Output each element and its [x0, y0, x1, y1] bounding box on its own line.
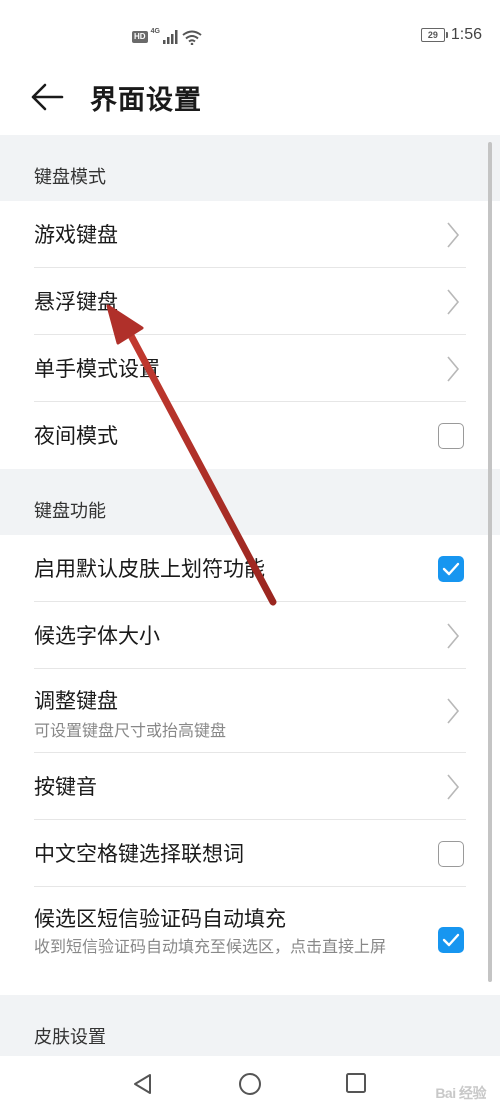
- status-left-icons: HD 4G: [132, 28, 202, 46]
- wifi-icon: [182, 30, 202, 45]
- back-arrow-icon[interactable]: [30, 82, 64, 112]
- section-card-keyboard-functions: 启用默认皮肤上划符功能 候选字体大小 调整键盘 可设置键盘尺寸或抬高键盘 按键音…: [0, 535, 500, 995]
- chevron-right-icon: [447, 774, 460, 800]
- setting-title: 候选区短信验证码自动填充: [34, 907, 286, 931]
- signal-strength-icon: [162, 30, 178, 44]
- section-title: 皮肤设置: [34, 1027, 106, 1048]
- page-title: 界面设置: [90, 85, 202, 116]
- setting-title: 单手模式设置: [34, 357, 160, 381]
- setting-row-space-select-prediction[interactable]: 中文空格键选择联想词: [0, 820, 500, 887]
- setting-row-candidate-font-size[interactable]: 候选字体大小: [0, 602, 500, 669]
- setting-row-sms-code-autofill[interactable]: 候选区短信验证码自动填充 收到短信验证码自动填充至候选区，点击直接上屏: [0, 887, 500, 995]
- setting-title: 中文空格键选择联想词: [34, 842, 244, 866]
- section-card-keyboard-mode: 游戏键盘 悬浮键盘 单手模式设置 夜间模式: [0, 201, 500, 469]
- section-header-skin-settings: 皮肤设置: [0, 995, 500, 1056]
- checkmark-icon: [442, 933, 460, 947]
- recents-square-icon[interactable]: [345, 1072, 367, 1094]
- hd-badge: HD: [132, 31, 148, 43]
- night-mode-checkbox[interactable]: [438, 423, 464, 449]
- status-bar: HD 4G 29 1:56: [0, 0, 500, 60]
- setting-row-key-sound[interactable]: 按键音: [0, 753, 500, 820]
- chevron-right-icon: [447, 623, 460, 649]
- chevron-right-icon: [447, 289, 460, 315]
- setting-title: 启用默认皮肤上划符功能: [34, 557, 265, 581]
- section-header-keyboard-functions: 键盘功能: [0, 469, 500, 535]
- watermark: Bai 经验: [435, 1085, 486, 1101]
- back-triangle-icon[interactable]: [131, 1072, 155, 1096]
- status-right: 29 1:56: [420, 26, 482, 44]
- setting-subtitle: 收到短信验证码自动填充至候选区，点击直接上屏: [34, 937, 387, 956]
- section-title: 键盘功能: [34, 501, 106, 522]
- chevron-right-icon: [447, 698, 460, 724]
- status-clock: 1:56: [450, 26, 482, 43]
- setting-title: 游戏键盘: [34, 223, 118, 247]
- home-circle-icon[interactable]: [238, 1072, 262, 1096]
- sms-code-autofill-checkbox[interactable]: [438, 927, 464, 953]
- setting-row-floating-keyboard[interactable]: 悬浮键盘: [0, 268, 500, 335]
- setting-row-adjust-keyboard[interactable]: 调整键盘 可设置键盘尺寸或抬高键盘: [0, 669, 500, 753]
- setting-row-night-mode[interactable]: 夜间模式: [0, 402, 500, 469]
- setting-title: 悬浮键盘: [34, 290, 118, 314]
- setting-title: 按键音: [34, 775, 97, 799]
- default-skin-swipe-checkbox[interactable]: [438, 556, 464, 582]
- network-type-label: 4G: [150, 28, 160, 35]
- section-header-keyboard-mode: 键盘模式: [0, 135, 500, 201]
- page-header: 界面设置: [0, 60, 500, 135]
- setting-row-default-skin-swipe[interactable]: 启用默认皮肤上划符功能: [0, 535, 500, 602]
- space-select-prediction-checkbox[interactable]: [438, 841, 464, 867]
- setting-title: 候选字体大小: [34, 624, 160, 648]
- checkmark-icon: [442, 562, 460, 576]
- scrollbar[interactable]: [488, 142, 492, 982]
- chevron-right-icon: [447, 356, 460, 382]
- setting-subtitle: 可设置键盘尺寸或抬高键盘: [34, 721, 227, 740]
- setting-title: 夜间模式: [34, 424, 118, 448]
- section-title: 键盘模式: [34, 167, 106, 188]
- setting-row-one-hand-mode[interactable]: 单手模式设置: [0, 335, 500, 402]
- system-nav-bar: Bai 经验: [0, 1056, 500, 1111]
- setting-title: 调整键盘: [34, 689, 118, 713]
- chevron-right-icon: [447, 222, 460, 248]
- settings-content: 键盘模式 游戏键盘 悬浮键盘 单手模式设置 夜间模式 键盘功能 启用默认皮肤上划…: [0, 135, 500, 1056]
- setting-row-game-keyboard[interactable]: 游戏键盘: [0, 201, 500, 268]
- battery-icon: 29: [420, 28, 448, 42]
